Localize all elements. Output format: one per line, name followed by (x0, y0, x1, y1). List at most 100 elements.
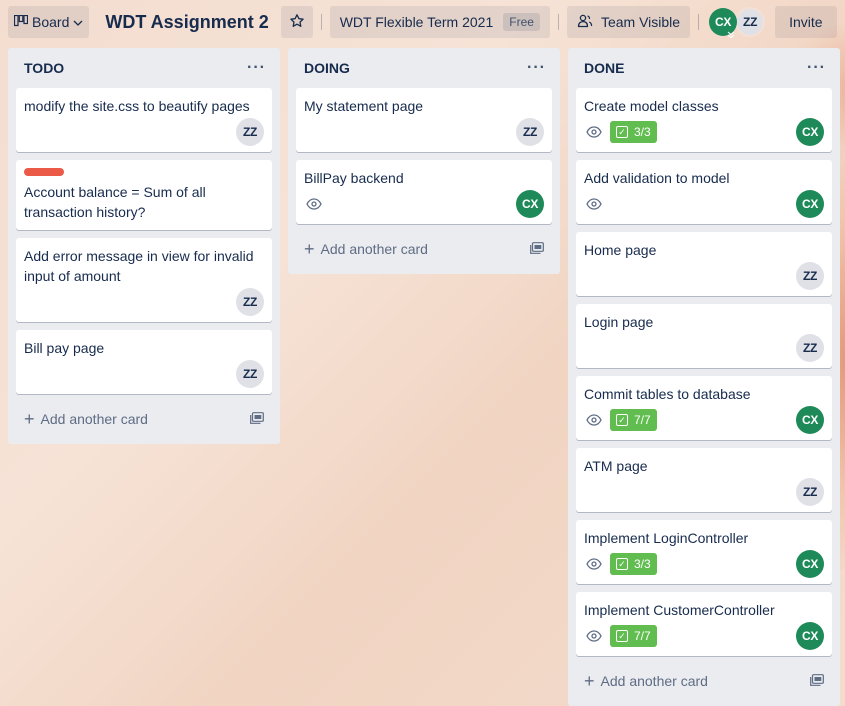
card-badges: ZZ (24, 360, 264, 388)
checkbox-icon: ✓ (616, 126, 628, 138)
card-title: modify the site.css to beautify pages (24, 98, 250, 114)
admin-crown-icon (727, 31, 735, 40)
card[interactable]: Bill pay page ZZ (16, 330, 272, 394)
checklist-count: 7/7 (634, 413, 651, 427)
avatar[interactable]: CX (709, 8, 738, 39)
more-options-icon[interactable]: ··· (247, 59, 266, 77)
card-label-red[interactable] (24, 168, 64, 176)
card-title: Implement CustomerController (584, 602, 775, 618)
watching-eye-icon (584, 410, 604, 430)
checklist-count: 7/7 (634, 629, 651, 643)
card-badges: ✓ 3/3 CX (584, 550, 824, 578)
visibility-label: Team Visible (600, 14, 681, 30)
card-title: Login page (584, 314, 654, 330)
avatar[interactable]: CX (796, 190, 824, 218)
visibility-button[interactable]: Team Visible (566, 6, 691, 38)
checklist-count: 3/3 (634, 125, 651, 139)
more-options-icon[interactable]: ··· (807, 59, 826, 77)
board-view-label: Board (32, 14, 70, 30)
card[interactable]: Home page ZZ (576, 232, 832, 296)
card-template-icon[interactable] (250, 411, 264, 427)
card-title: Implement LoginController (584, 530, 749, 546)
header-divider (557, 14, 559, 30)
star-icon (289, 13, 305, 32)
checklist-badge: ✓ 7/7 (610, 409, 657, 431)
avatar[interactable]: ZZ (236, 288, 264, 316)
watching-eye-icon (584, 554, 604, 574)
workspace-button[interactable]: WDT Flexible Term 2021 Free (329, 6, 550, 38)
card-badges: ✓ 7/7 CX (584, 622, 824, 650)
card[interactable]: Implement CustomerController ✓ 7/7 CX (576, 592, 832, 656)
watching-eye-icon (584, 194, 604, 214)
board-icon (13, 14, 29, 30)
card-title: Account balance = Sum of all transaction… (24, 184, 206, 220)
plus-icon: + (24, 409, 35, 429)
card-badges: ZZ (304, 118, 544, 146)
checkbox-icon: ✓ (616, 558, 628, 570)
list-title[interactable]: DOING (304, 60, 350, 76)
card-title: Add error message in view for invalid in… (24, 248, 254, 284)
avatar[interactable]: CX (796, 118, 824, 146)
team-icon (577, 14, 593, 31)
card[interactable]: Account balance = Sum of all transaction… (16, 160, 272, 230)
avatar[interactable]: CX (516, 190, 544, 218)
header-divider (320, 14, 322, 30)
avatar[interactable]: ZZ (735, 7, 766, 37)
card-badges: ZZ (24, 288, 264, 316)
list-doing: DOING ··· My statement page ZZ BillPay b… (288, 48, 560, 274)
card-title: Bill pay page (24, 340, 105, 356)
card-badges: ZZ (24, 118, 264, 146)
add-card-button[interactable]: + Add another card (296, 232, 552, 266)
card-template-icon[interactable] (530, 241, 544, 257)
card[interactable]: Create model classes ✓ 3/3 CX (576, 88, 832, 152)
card-badges: CX (304, 190, 544, 218)
card-title: Create model classes (584, 98, 719, 114)
avatar[interactable]: ZZ (236, 118, 264, 146)
add-card-label: Add another card (40, 411, 148, 427)
card[interactable]: Login page ZZ (576, 304, 832, 368)
avatar[interactable]: ZZ (796, 334, 824, 362)
card-title: Commit tables to database (584, 386, 751, 402)
card[interactable]: Commit tables to database ✓ 7/7 CX (576, 376, 832, 440)
card[interactable]: modify the site.css to beautify pages ZZ (16, 88, 272, 152)
star-button[interactable] (280, 6, 313, 38)
card-badges: CX (584, 190, 824, 218)
chevron-down-icon (73, 14, 83, 30)
card[interactable]: ATM page ZZ (576, 448, 832, 512)
card-title: Add validation to model (584, 170, 730, 186)
plan-badge: Free (503, 13, 540, 31)
card-badges: ✓ 3/3 CX (584, 118, 824, 146)
board-header: Board WDT Assignment 2 WDT Flexible Term… (0, 0, 845, 44)
avatar[interactable]: CX (796, 622, 824, 650)
board-members: CX ZZ (709, 7, 766, 39)
card-title: My statement page (304, 98, 424, 114)
add-card-button[interactable]: + Add another card (16, 402, 272, 436)
list-title[interactable]: DONE (584, 60, 624, 76)
avatar[interactable]: ZZ (516, 118, 544, 146)
avatar[interactable]: ZZ (796, 478, 824, 506)
workspace-name: WDT Flexible Term 2021 (339, 14, 494, 30)
list-title[interactable]: TODO (24, 60, 64, 76)
avatar[interactable]: CX (796, 406, 824, 434)
card[interactable]: Add error message in view for invalid in… (16, 238, 272, 322)
checkbox-icon: ✓ (616, 630, 628, 642)
avatar[interactable]: ZZ (796, 262, 824, 290)
invite-button[interactable]: Invite (775, 6, 837, 38)
avatar[interactable]: ZZ (236, 360, 264, 388)
plus-icon: + (584, 671, 595, 691)
list-header: DOING ··· (296, 48, 552, 88)
avatar[interactable]: CX (796, 550, 824, 578)
card[interactable]: Add validation to model CX (576, 160, 832, 224)
card-badges: ✓ 7/7 CX (584, 406, 824, 434)
add-card-button[interactable]: + Add another card (576, 664, 832, 698)
add-card-label: Add another card (600, 673, 708, 689)
list-todo: TODO ··· modify the site.css to beautify… (8, 48, 280, 444)
more-options-icon[interactable]: ··· (527, 59, 546, 77)
card[interactable]: BillPay backend CX (296, 160, 552, 224)
card[interactable]: My statement page ZZ (296, 88, 552, 152)
board-title[interactable]: WDT Assignment 2 (105, 12, 268, 33)
checklist-badge: ✓ 3/3 (610, 553, 657, 575)
card-template-icon[interactable] (810, 673, 824, 689)
card[interactable]: Implement LoginController ✓ 3/3 CX (576, 520, 832, 584)
board-view-button[interactable]: Board (8, 6, 90, 38)
